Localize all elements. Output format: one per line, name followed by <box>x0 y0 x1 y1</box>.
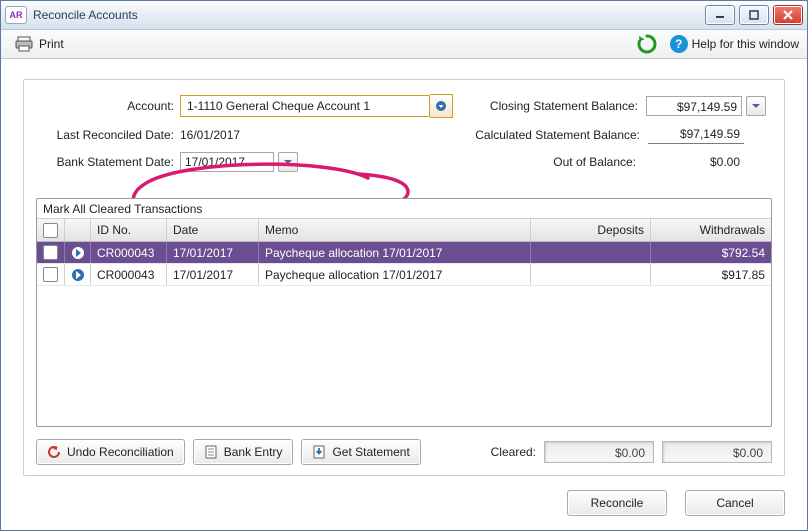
reconcile-accounts-window: AR Reconcile Accounts Print ? Help for t… <box>0 0 808 531</box>
maximize-button[interactable] <box>739 5 769 25</box>
help-link[interactable]: ? Help for this window <box>670 35 799 53</box>
bank-entry-button[interactable]: Bank Entry <box>193 439 294 465</box>
closing-balance-input[interactable]: $97,149.59 <box>646 96 742 116</box>
window-title: Reconcile Accounts <box>33 8 138 22</box>
titlebar: AR Reconcile Accounts <box>1 1 807 30</box>
header-withdrawals[interactable]: Withdrawals <box>651 219 771 241</box>
cell-date: 17/01/2017 <box>167 242 259 263</box>
out-of-balance-label: Out of Balance: <box>553 155 644 169</box>
refresh-icon <box>636 33 658 55</box>
closing-balance-dropdown[interactable] <box>746 96 766 116</box>
header-id[interactable]: ID No. <box>91 219 167 241</box>
cleared-deposits: $0.00 <box>544 441 654 463</box>
account-dropdown-button[interactable] <box>430 94 453 118</box>
chevron-down-icon <box>283 157 293 167</box>
cancel-label: Cancel <box>716 496 753 510</box>
table-body: CR000043 17/01/2017 Paycheque allocation… <box>37 242 771 426</box>
bank-statement-date-input[interactable]: 17/01/2017 <box>180 152 274 172</box>
cell-id: CR000043 <box>91 264 167 285</box>
header-deposits[interactable]: Deposits <box>531 219 651 241</box>
row-checkbox[interactable] <box>43 245 58 260</box>
main-panel: Account: 1-1110 General Cheque Account 1… <box>23 79 785 476</box>
close-icon <box>783 10 793 20</box>
header-icon-col <box>65 219 91 241</box>
header-check-all[interactable] <box>37 219 65 241</box>
header-date[interactable]: Date <box>167 219 259 241</box>
undo-reconciliation-label: Undo Reconciliation <box>67 445 174 459</box>
reconcile-label: Reconcile <box>591 496 644 510</box>
closing-balance-label: Closing Statement Balance: <box>490 99 646 113</box>
bank-statement-date-dropdown[interactable] <box>278 152 298 172</box>
calculated-balance-label: Calculated Statement Balance: <box>475 128 648 142</box>
row-checkbox[interactable] <box>43 267 58 282</box>
out-of-balance-value: $0.00 <box>644 155 744 169</box>
cell-memo: Paycheque allocation 17/01/2017 <box>259 242 531 263</box>
fields-area: Account: 1-1110 General Cheque Account 1… <box>24 80 784 186</box>
print-button[interactable]: Print <box>9 34 70 54</box>
panel-footer: Undo Reconciliation Bank Entry Get State… <box>36 439 772 465</box>
arrow-right-icon <box>71 268 84 282</box>
dialog-footer: Reconcile Cancel <box>567 490 785 516</box>
undo-reconciliation-button[interactable]: Undo Reconciliation <box>36 439 185 465</box>
app-badge: AR <box>5 6 27 24</box>
help-icon: ? <box>670 35 688 53</box>
help-label: Help for this window <box>692 37 799 51</box>
bank-entry-label: Bank Entry <box>224 445 283 459</box>
print-label: Print <box>39 37 64 51</box>
cell-withdrawals: $792.54 <box>651 242 771 263</box>
transactions-table: Mark All Cleared Transactions ID No. Dat… <box>36 198 772 427</box>
reconcile-button[interactable]: Reconcile <box>567 490 667 516</box>
minimize-icon <box>715 10 725 20</box>
table-header: ID No. Date Memo Deposits Withdrawals <box>37 218 771 242</box>
table-title: Mark All Cleared Transactions <box>37 199 771 218</box>
refresh-button[interactable] <box>636 33 658 55</box>
minimize-button[interactable] <box>705 5 735 25</box>
header-memo[interactable]: Memo <box>259 219 531 241</box>
get-statement-label: Get Statement <box>332 445 409 459</box>
cell-deposits <box>531 264 651 285</box>
calculated-balance-value: $97,149.59 <box>648 127 744 144</box>
print-icon <box>15 36 33 52</box>
row-open-button[interactable] <box>65 242 91 263</box>
undo-icon <box>47 445 61 459</box>
cell-memo: Paycheque allocation 17/01/2017 <box>259 264 531 285</box>
cell-deposits <box>531 242 651 263</box>
close-button[interactable] <box>773 5 803 25</box>
cleared-summary: Cleared: $0.00 $0.00 <box>491 441 772 463</box>
document-icon <box>204 445 218 459</box>
toolbar: Print ? Help for this window <box>1 30 807 59</box>
account-value: 1-1110 General Cheque Account 1 <box>187 99 370 113</box>
cleared-withdrawals: $0.00 <box>662 441 772 463</box>
bank-statement-date-value: 17/01/2017 <box>185 155 245 169</box>
cell-withdrawals: $917.85 <box>651 264 771 285</box>
download-icon <box>312 445 326 459</box>
cell-date: 17/01/2017 <box>167 264 259 285</box>
cleared-label: Cleared: <box>491 445 536 459</box>
table-row[interactable]: CR000043 17/01/2017 Paycheque allocation… <box>37 242 771 264</box>
row-open-button[interactable] <box>65 264 91 285</box>
cell-id: CR000043 <box>91 242 167 263</box>
bank-statement-date-label: Bank Statement Date: <box>42 155 180 169</box>
last-reconciled-label: Last Reconciled Date: <box>42 128 180 142</box>
cancel-button[interactable]: Cancel <box>685 490 785 516</box>
last-reconciled-value: 16/01/2017 <box>180 126 240 144</box>
chevron-down-icon <box>435 100 447 112</box>
checkbox-icon <box>43 223 58 238</box>
table-row[interactable]: CR000043 17/01/2017 Paycheque allocation… <box>37 264 771 286</box>
get-statement-button[interactable]: Get Statement <box>301 439 420 465</box>
maximize-icon <box>749 10 759 20</box>
chevron-down-icon <box>751 101 761 111</box>
arrow-right-icon <box>71 246 84 260</box>
account-input[interactable]: 1-1110 General Cheque Account 1 <box>180 95 430 117</box>
account-label: Account: <box>42 99 180 113</box>
